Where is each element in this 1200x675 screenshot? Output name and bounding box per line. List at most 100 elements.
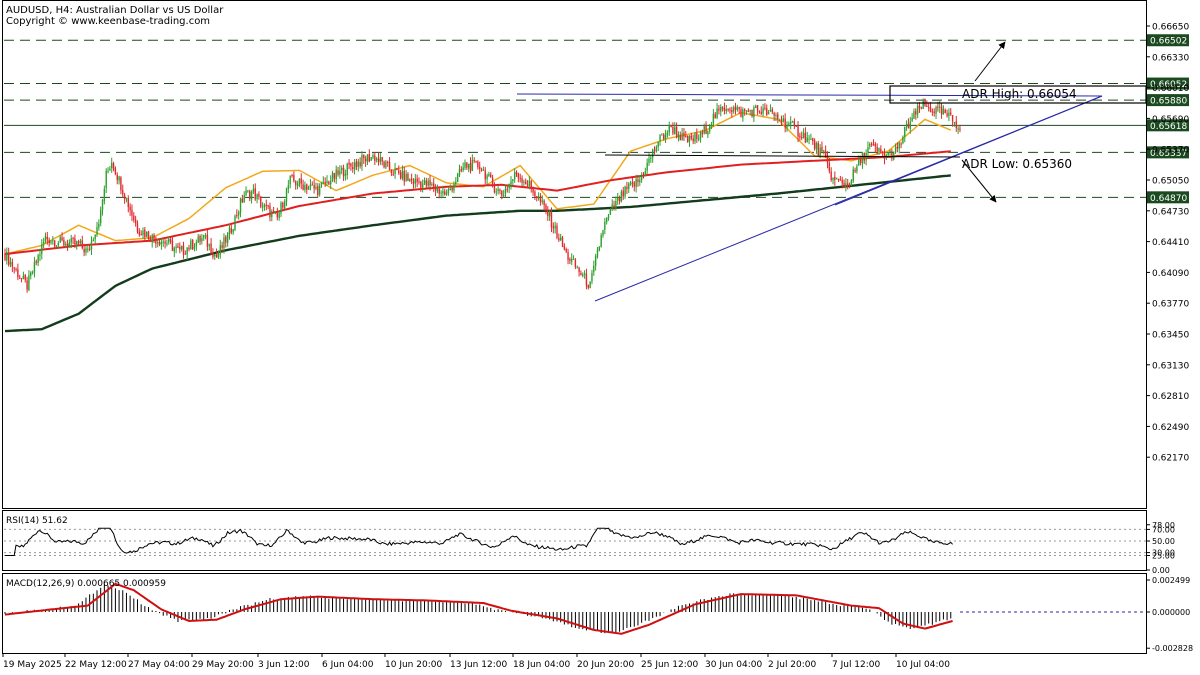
candle-body [815,142,818,150]
candle-body [291,174,293,176]
candle-body [598,246,601,251]
candle-body [905,123,908,127]
candle-body [817,143,819,156]
candle-body [383,161,385,168]
candle-body [429,180,431,186]
time-tick-label: 18 Jun 04:00 [513,660,570,670]
candle-body [648,158,650,163]
ma-line [4,174,951,333]
candle-body [742,109,744,118]
candle-body [813,140,816,149]
candle-body [341,167,343,171]
candle-body [19,277,21,279]
candle-body [20,278,23,280]
candle-body [265,205,267,207]
candle-body [709,125,711,131]
candle-body [61,237,63,241]
candle-body [685,135,687,137]
candle-body [957,128,959,130]
candle-body [766,108,768,116]
candle-body [955,121,957,128]
candle-body [848,185,851,187]
candle-body [4,253,6,260]
candle-body [611,204,613,209]
candle-body [777,114,779,120]
candle-body [129,206,131,211]
candle-body [624,186,626,197]
candle-body [716,108,718,118]
candle-body [112,163,115,170]
price-tick-label: 0.62810 [1152,392,1189,402]
candle-body [420,181,422,188]
candle-body [537,197,540,199]
candle-body [379,157,382,163]
candle-body [243,195,245,203]
candle-body [502,194,505,196]
candle-body [591,272,593,282]
candle-body [690,135,693,139]
candle-body [169,239,172,242]
candle-body [617,197,619,201]
candle-body [539,196,542,202]
candle-body [596,249,599,257]
candle-body [859,159,862,163]
candle-body [756,105,759,111]
candle-body [720,107,722,112]
candle-body [272,210,275,212]
candle-body [953,122,956,124]
candle-body [70,238,72,243]
candle-body [847,183,849,186]
candle-body [136,223,139,232]
candle-body [52,240,54,242]
candle-body [834,176,836,180]
candle-body [219,245,221,255]
candle-body [513,172,516,180]
candle-body [405,173,407,181]
candle-body [364,158,367,162]
candle-body [497,189,499,192]
candle-body [164,241,166,244]
candle-body [453,184,455,191]
candle-body [471,159,474,171]
candle-body [381,157,383,162]
candle-body [604,221,606,230]
candle-body [749,110,751,112]
candle-body [282,202,284,208]
candle-body [377,158,380,162]
candle-body [398,170,400,174]
candle-body [466,162,468,168]
candle-body [249,191,251,199]
candle-body [451,188,453,191]
time-tick-label: 3 Jun 12:00 [258,660,310,670]
candle-body [22,275,25,279]
candle-body [92,239,95,242]
candle-body [512,179,514,181]
candle-body [821,146,823,151]
candle-body [615,201,617,208]
candle-body [440,192,442,194]
candle-body [114,168,117,175]
candle-body [333,173,336,179]
candle-body [241,198,244,202]
candle-body [444,191,446,195]
candle-body [732,107,735,112]
candle-body [881,151,884,153]
candle-body [190,240,192,249]
candle-body [410,178,413,181]
candle-body [760,112,762,114]
candle-body [543,200,545,206]
candle-body [789,121,792,124]
candle-body [858,159,860,166]
candle-body [699,132,702,139]
candle-body [142,230,144,236]
candle-body [920,107,923,109]
candle-body [414,178,417,184]
candle-body [782,118,785,122]
candle-body [357,161,359,167]
candle-body [729,109,731,111]
candle-body [63,239,65,246]
candle-body [385,161,387,168]
candle-body [401,170,404,179]
candle-body [409,178,411,182]
candle-body [872,144,875,146]
